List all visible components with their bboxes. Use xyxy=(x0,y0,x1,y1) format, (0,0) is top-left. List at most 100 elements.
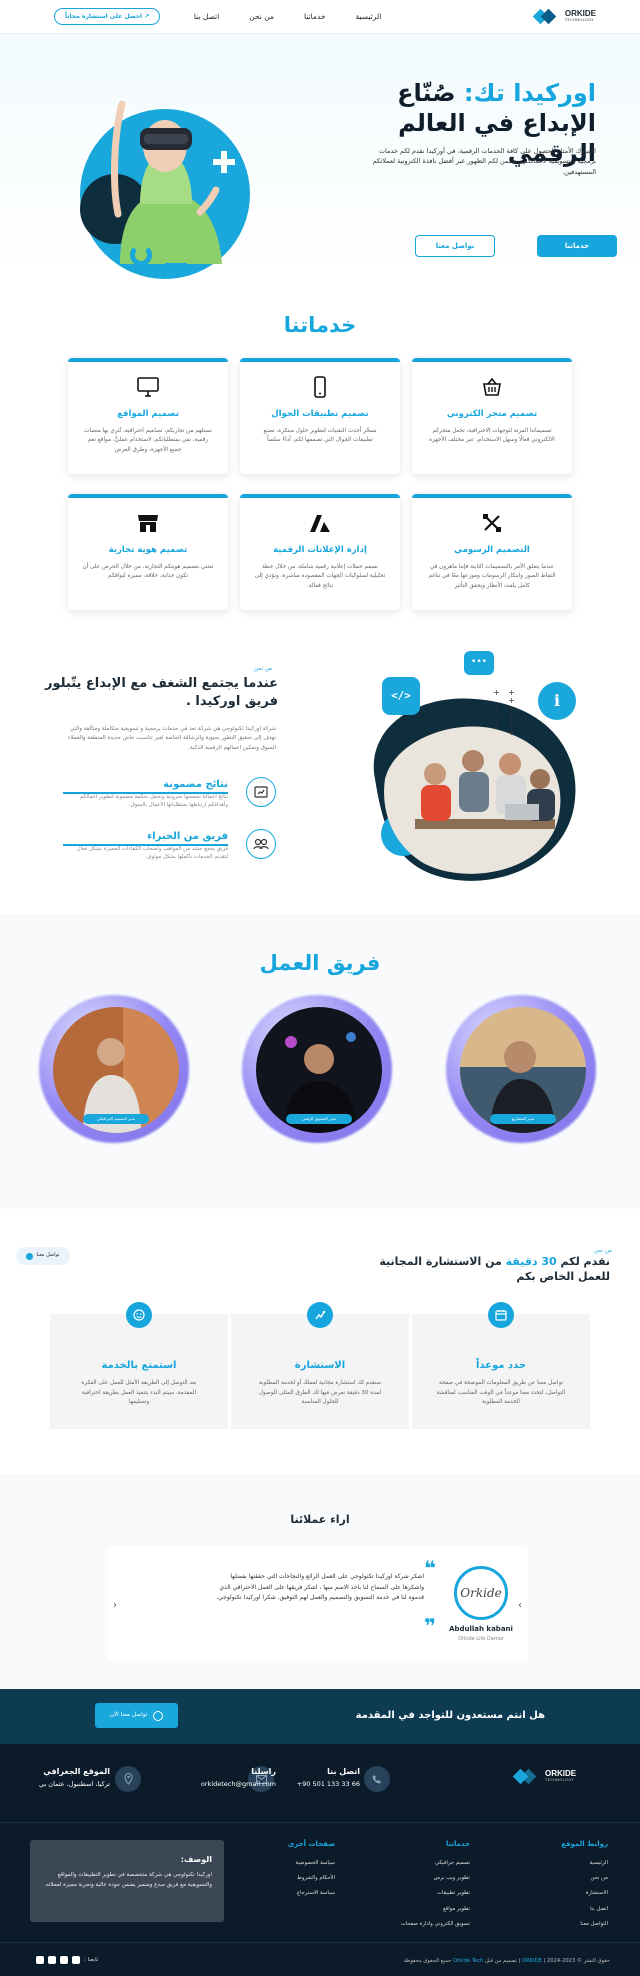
footer-link[interactable]: سياسة الاسترجاع xyxy=(288,1886,335,1901)
footer-link[interactable]: الأحكام والشروط xyxy=(288,1871,335,1886)
phone-icon xyxy=(364,1766,390,1792)
step-card: الاستشارة سنقدم لك استشارة مجانية لعملك … xyxy=(231,1302,409,1429)
service-card[interactable]: إدارة الإعلانات الرقمية نصمم حملات إعلان… xyxy=(240,494,400,610)
whatsapp-icon xyxy=(153,1710,164,1721)
prev-arrow-icon[interactable]: ‹ xyxy=(113,1598,117,1613)
service-title: تصميم تطبيقات الجوال xyxy=(271,409,369,419)
step-title: الاستشارة xyxy=(294,1360,346,1371)
footer-link[interactable]: التواصل معنا xyxy=(561,1917,608,1932)
member-tag: مدير التصميم الجرافيكي xyxy=(83,1114,149,1124)
testimonials-title: اراء عملائنا xyxy=(290,1513,350,1526)
contact-us-button[interactable]: تواصل معنا xyxy=(16,1247,70,1265)
contact-button[interactable]: تواصل معنا xyxy=(415,235,495,257)
about-description: شركة اوركيدا تكنولوجي هي شركة تعد في خدم… xyxy=(68,726,276,751)
smile-icon xyxy=(126,1302,152,1328)
step-text: بعد التوصل إلى الطريقة الأمثل للعمل على … xyxy=(81,1380,197,1405)
footer-link[interactable]: اتصل بنا xyxy=(561,1902,608,1917)
footer-link[interactable]: تسويق الكتروني وادارة صفحات xyxy=(401,1917,470,1932)
testimonials-section: اراء عملائنا ❝ اشكر شركة اوركيدا تكنولوج… xyxy=(0,1474,640,1689)
brand-sub: TECHNOLOGY xyxy=(564,17,594,22)
footer-link[interactable]: سياسة الخصوصية xyxy=(288,1856,335,1871)
footer-link[interactable]: الاستشارة xyxy=(561,1886,608,1901)
services-section: خدماتنا تصميم متجر الكتروني تصميماتنا ال… xyxy=(0,284,640,629)
linkedin-icon[interactable] xyxy=(60,1956,68,1965)
phone-label: اتصل بنا xyxy=(327,1767,360,1776)
step-text: تواصل معنا عن طريق المعلومات الموضحة في … xyxy=(436,1380,566,1405)
footer-link[interactable]: الرئيسية xyxy=(561,1856,608,1871)
consult-eyebrow: من نحن xyxy=(593,1248,612,1254)
service-card[interactable]: تصميم المواقع نستلهم من تجاربكم، تصاميم … xyxy=(68,358,228,474)
logo-mark-icon xyxy=(512,1768,539,1786)
footer-link[interactable]: تطوير مواقع xyxy=(401,1902,470,1917)
footer-link[interactable]: تطوير ويب برس xyxy=(401,1871,470,1886)
about-title: عندما يجتمع الشغف مع الإبداع يتّبلور فري… xyxy=(44,676,278,709)
nav-contact[interactable]: اتصل بنا xyxy=(194,11,219,22)
next-arrow-icon[interactable]: › xyxy=(518,1598,522,1613)
client-company: Orkide Life Damar xyxy=(458,1636,504,1642)
cta-text: هل انتم مستعدون للتواجد في المقدمة xyxy=(355,1710,545,1721)
info-icon: i xyxy=(538,682,576,720)
service-card[interactable]: تصميم تطبيقات الجوال نسخّر أحدث التقنيات… xyxy=(240,358,400,474)
arrow-icon xyxy=(26,1252,34,1260)
feature-text: نتائج أعمالنا تحمسها بحروتية وتحمل بحكمة… xyxy=(79,794,228,809)
footer-links-col: روابط الموقع الرئيسية من نحن الاستشارة ا… xyxy=(561,1839,608,1932)
code-icon: </> xyxy=(382,677,420,715)
plus-grid-deco: + + + + + + + + + xyxy=(493,688,518,737)
location-value: تركيا، اسطنبول، عثمان بي xyxy=(39,1780,110,1788)
consult-title: نقدم لكم 30 دقيقة من الاستشارة المجانية … xyxy=(379,1255,610,1283)
quote-open-icon: ❝ xyxy=(424,1556,436,1580)
calendar-icon xyxy=(488,1302,514,1328)
facebook-icon[interactable] xyxy=(72,1956,80,1965)
store-icon xyxy=(82,510,214,536)
service-title: التصميم الرسومي xyxy=(454,545,530,555)
step-card: استمتع بالخدمة بعد التوصل إلى الطريقة ال… xyxy=(50,1302,228,1429)
free-consult-button[interactable]: ↗ احصل على استشارة مجاناً xyxy=(54,8,161,25)
hero-vr-person-image xyxy=(111,100,222,264)
step-card: حدد موعداً تواصل معنا عن طريق المعلومات … xyxy=(412,1302,590,1429)
brand-logo[interactable]: ORKIDE TECHNOLOGY xyxy=(532,8,596,26)
service-text: عندما يتعلق الأمر بالتصميمات الثابتة فإن… xyxy=(428,563,556,589)
footer-link[interactable]: تطوير تطبيقات xyxy=(401,1886,470,1901)
nav-services[interactable]: خدماتنا xyxy=(304,11,326,22)
testimonial-quote: اشكر شركة اوركيدا تكنولوجي على العمل الر… xyxy=(216,1573,424,1601)
location-label: الموقع الجغرافي xyxy=(43,1767,110,1776)
design-tools-icon xyxy=(426,510,558,536)
feature-team: فريق من الخبراء فريق يجمع حشد من المواهب… xyxy=(56,829,276,879)
hero-section: اوركيدا تك: صُنّاع الإبداع في العالم الر… xyxy=(0,34,640,284)
logo-mark-icon xyxy=(532,8,559,26)
service-text: نستلهم من تجاربكم، تصاميم احترافية، تُثر… xyxy=(83,427,213,453)
instagram-icon[interactable] xyxy=(48,1956,56,1965)
phone-value[interactable]: +90 501 133 33 66 xyxy=(297,1780,360,1790)
service-title: إدارة الإعلانات الرقمية xyxy=(273,545,367,555)
about-eyebrow: من نحن xyxy=(253,666,272,672)
feature-title: نتائج مضمونة xyxy=(163,779,228,790)
team-icon xyxy=(246,829,276,859)
social-label: تابعنا : xyxy=(84,1957,99,1963)
location-icon xyxy=(115,1766,141,1792)
member-tag: مدير التسويق الرقمي xyxy=(286,1114,352,1124)
team-member[interactable]: مدير التصميم الجرافيكي xyxy=(39,995,189,1143)
service-card[interactable]: تصميم هوية تجارية نعتني بتصميم هويتكم ال… xyxy=(68,494,228,610)
footer-logo[interactable]: ORKIDE TECHNOLOGY xyxy=(512,1768,576,1786)
feature-results: نتائج مضمونة نتائج أعمالنا تحمسها بحروتي… xyxy=(56,777,276,827)
mail-value[interactable]: orkidetech@gmail.com xyxy=(201,1780,276,1790)
arc-deco xyxy=(130,244,152,266)
service-text: تصميماتنا المرنة لتوجهات الاحترافية، تجع… xyxy=(429,427,555,444)
service-text: نعتني بتصميم هويتكم التجارية، من خلال ال… xyxy=(82,563,214,580)
services-button[interactable]: خدماتنا xyxy=(537,235,617,257)
service-card[interactable]: التصميم الرسومي عندما يتعلق الأمر بالتصم… xyxy=(412,494,572,610)
footer-link[interactable]: من نحن xyxy=(561,1871,608,1886)
team-member[interactable]: مدير المشاريع xyxy=(446,995,596,1143)
footer-link[interactable]: تصميم جرافيكي xyxy=(401,1856,470,1871)
service-text: نسخّر أحدث التقنيات لتطوير حلول مبتكرة، … xyxy=(263,427,377,444)
basket-icon xyxy=(426,374,558,400)
testimonial-card: ❝ اشكر شركة اوركيدا تكنولوجي على العمل ا… xyxy=(108,1546,528,1661)
service-text: نصمم حملات إعلانية رقمية شاملة، من خلال … xyxy=(254,563,386,589)
about-section: من نحن عندما يجتمع الشغف مع الإبداع يتّب… xyxy=(0,629,640,914)
nav-home[interactable]: الرئيسية xyxy=(355,11,381,22)
whatsapp-contact-button[interactable]: تواصل معنا الان xyxy=(95,1703,178,1728)
service-card[interactable]: تصميم متجر الكتروني تصميماتنا المرنة لتو… xyxy=(412,358,572,474)
nav-about[interactable]: من نحن xyxy=(249,11,274,22)
twitter-icon[interactable] xyxy=(36,1956,44,1965)
team-member[interactable]: مدير التسويق الرقمي xyxy=(242,995,392,1143)
